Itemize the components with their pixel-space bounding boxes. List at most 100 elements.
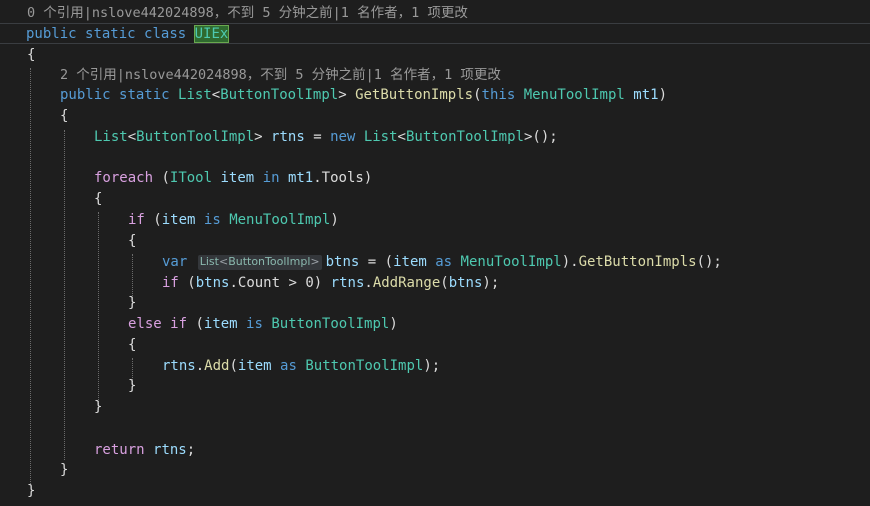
code-line: } — [128, 293, 136, 314]
punct: ( — [161, 170, 170, 186]
indent-guide — [64, 130, 65, 460]
type-name: ButtonToolImpl — [136, 129, 255, 145]
identifier: item — [220, 170, 255, 186]
type-name: ButtonToolImpl — [305, 358, 424, 374]
brace: } — [94, 399, 103, 415]
type-name: ButtonToolImpl — [405, 129, 524, 145]
keyword: is — [203, 212, 221, 228]
identifier: btns — [195, 275, 230, 291]
identifier: item — [203, 316, 238, 332]
brace: } — [128, 378, 137, 394]
codelens-class[interactable]: 0 个引用|nslove442024898，不到 5 分钟之前|1 名作者，1 … — [27, 3, 468, 24]
code-line: return rtns; — [94, 440, 195, 461]
type-name: MenuToolImpl — [523, 87, 625, 103]
identifier: rtns — [162, 358, 196, 374]
code-line: else if (item is ButtonToolImpl) — [128, 314, 398, 335]
operator: = — [313, 129, 322, 145]
brace: { — [128, 233, 137, 249]
type-name: MenuToolImpl — [229, 212, 331, 228]
punct: . — [195, 358, 205, 374]
method-name: GetButtonImpls — [355, 87, 474, 103]
identifier: rtns — [330, 275, 365, 291]
code-line: { — [128, 231, 136, 252]
keyword: if — [162, 275, 179, 291]
identifier: rtns — [153, 442, 187, 458]
brace: { — [94, 191, 103, 207]
method-name: AddRange — [372, 275, 441, 291]
keyword: else — [128, 316, 162, 332]
inline-type-hint[interactable]: List<ButtonToolImpl> — [197, 255, 322, 270]
identifier: item — [393, 254, 427, 270]
type-name: List — [178, 87, 212, 103]
type-name: ButtonToolImpl — [271, 316, 390, 332]
punct: ( — [229, 358, 238, 374]
punct: . — [313, 170, 322, 186]
punct: ( — [195, 316, 204, 332]
punct: < — [127, 129, 137, 145]
code-line: foreach (ITool item in mt1.Tools) — [94, 168, 372, 189]
code-line: { — [94, 189, 102, 210]
punct: ; — [186, 442, 196, 458]
punct: ) — [330, 212, 339, 228]
brace: } — [60, 462, 69, 478]
hint-type: List — [199, 255, 219, 268]
keyword: in — [262, 170, 280, 186]
keyword: public — [60, 87, 111, 103]
keyword: this — [481, 87, 516, 103]
keyword: new — [330, 129, 356, 145]
punct: ( — [384, 254, 394, 270]
keyword: if — [170, 316, 188, 332]
code-line: var List<ButtonToolImpl> btns = (item as … — [162, 252, 722, 273]
punct: ( — [440, 275, 449, 291]
identifier: mt1 — [633, 87, 659, 103]
hint-type: ButtonToolImpl — [228, 255, 311, 268]
code-line: { — [27, 45, 35, 66]
code-line: public static class UIEx — [26, 24, 230, 45]
identifier: mt1 — [287, 170, 314, 186]
punct: . — [364, 275, 373, 291]
punct: < — [397, 129, 406, 145]
brace: { — [60, 108, 69, 124]
code-line: { — [128, 335, 136, 356]
keyword: class — [144, 26, 187, 42]
class-name-highlight[interactable]: UIEx — [193, 25, 230, 43]
brace: } — [128, 295, 137, 311]
operator: > — [288, 275, 297, 291]
keyword: is — [246, 316, 263, 332]
code-line: public static List<ButtonToolImpl> GetBu… — [60, 85, 667, 106]
punct: (); — [532, 129, 558, 145]
codelens-method[interactable]: 2 个引用|nslove442024898，不到 5 分钟之前|1 名作者，1 … — [60, 65, 501, 86]
code-line: if (btns.Count > 0) rtns.AddRange(btns); — [162, 273, 499, 294]
type-name: MenuToolImpl — [460, 254, 562, 270]
hint-punct: < — [218, 255, 229, 268]
identifier: item — [161, 212, 196, 228]
keyword: as — [280, 358, 297, 374]
punct: > — [254, 129, 263, 145]
brace: { — [128, 337, 137, 353]
keyword: foreach — [94, 170, 154, 186]
keyword: static — [85, 26, 136, 42]
punct: ) — [363, 170, 373, 186]
punct: ). — [561, 254, 579, 270]
code-line: List<ButtonToolImpl> rtns = new List<But… — [94, 127, 558, 148]
code-editor[interactable]: 0 个引用|nslove442024898，不到 5 分钟之前|1 名作者，1 … — [0, 0, 870, 506]
indent-guide — [30, 68, 31, 484]
code-line: rtns.Add(item as ButtonToolImpl); — [162, 356, 440, 377]
number: 0 — [305, 275, 314, 291]
code-line: { — [60, 106, 68, 127]
keyword: var — [162, 254, 188, 270]
type-name: ITool — [169, 170, 213, 186]
punct: (); — [696, 254, 722, 270]
identifier: btns — [448, 275, 483, 291]
punct: ( — [153, 212, 162, 228]
keyword: if — [128, 212, 145, 228]
keyword: static — [119, 87, 170, 103]
identifier: Tools — [321, 170, 364, 186]
hint-punct: > — [310, 255, 320, 268]
type-name: List — [94, 129, 128, 145]
punct: ); — [423, 358, 441, 374]
punct: ); — [482, 275, 500, 291]
code-line: } — [27, 481, 35, 502]
keyword: return — [94, 442, 145, 458]
brace: { — [27, 47, 36, 63]
